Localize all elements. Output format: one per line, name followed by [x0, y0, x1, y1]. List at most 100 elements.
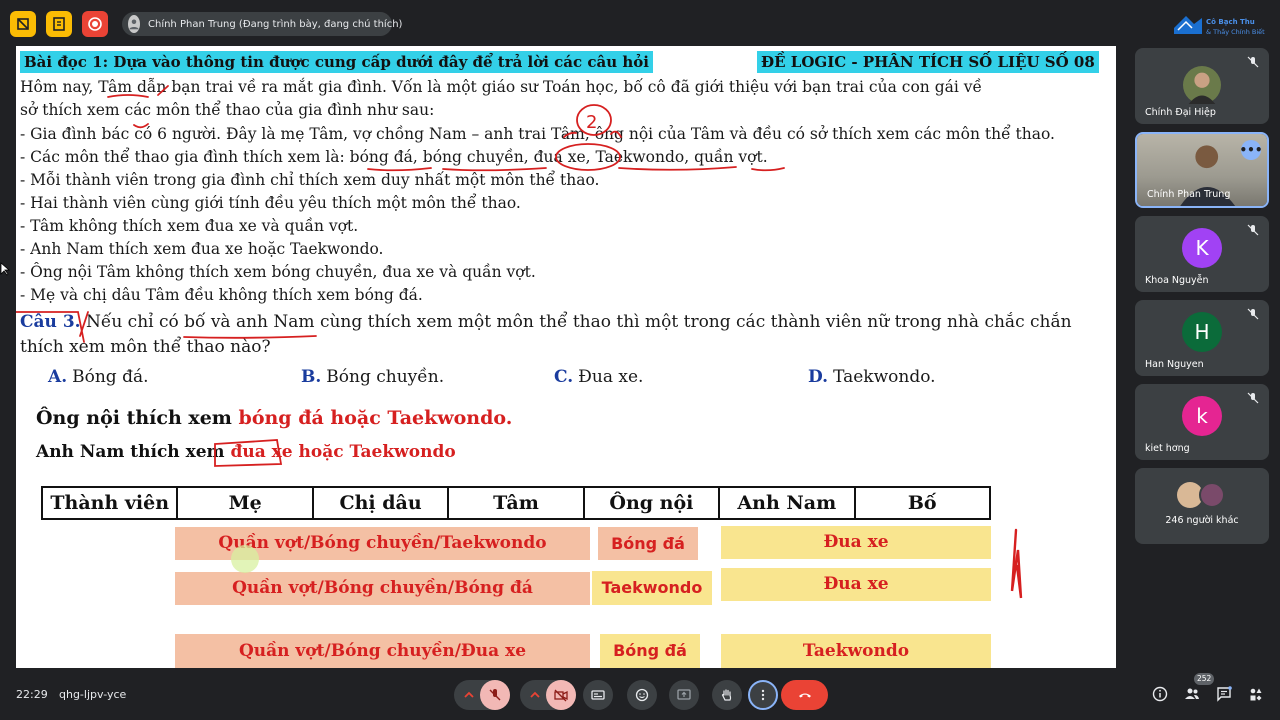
- paragraph-line: - Hai thành viên cùng giới tính đều yêu …: [20, 194, 521, 212]
- participant-tile-active[interactable]: ••• Chính Phan Trung: [1135, 132, 1269, 208]
- chat-icon[interactable]: [1216, 686, 1232, 702]
- paragraph-line: sở thích xem các môn thể thao của gia đì…: [20, 101, 435, 119]
- row2-women-cell: Quần vợt/Bóng chuyền/Bóng đá: [175, 572, 590, 605]
- meeting-code[interactable]: qhg-ljpv-yce: [59, 688, 126, 701]
- record-dot-icon: [88, 17, 102, 31]
- option-key: B.: [301, 367, 322, 387]
- question-3-continued: thích xem môn thể thao nào?: [20, 337, 271, 357]
- row2-grandpa-cell: Taekwondo: [592, 571, 712, 605]
- header-cell: Chị dâu: [314, 488, 450, 518]
- participant-tile[interactable]: K Khoa Nguyễn: [1135, 216, 1269, 292]
- paragraph-line: - Ông nội Tâm không thích xem bóng chuyề…: [20, 263, 536, 281]
- participant-name: Khoa Nguyễn: [1145, 275, 1209, 286]
- mic-control: [454, 680, 510, 710]
- option-text: Taekwondo.: [833, 367, 936, 387]
- avatar: [1199, 482, 1225, 508]
- option-key: D.: [808, 367, 829, 387]
- camera-control: [520, 680, 576, 710]
- present-button[interactable]: [669, 680, 699, 710]
- brand-line-1: Cô Bạch Thu: [1206, 18, 1255, 26]
- participant-name: Chính Đại Hiệp: [1145, 107, 1216, 118]
- person-photo-icon: [1188, 72, 1216, 104]
- row1-grandpa-cell: Bóng đá: [598, 527, 698, 560]
- note-prefix: Ông nội thích xem: [36, 407, 239, 429]
- people-icon[interactable]: [1184, 686, 1200, 702]
- more-options-icon[interactable]: •••: [1240, 140, 1263, 160]
- header-cell: Thành viên: [43, 488, 179, 518]
- brand-logo: Cô Bạch Thu & Thầy Chính Biết: [1172, 12, 1268, 42]
- emoji-button[interactable]: [627, 680, 657, 710]
- person-icon: [129, 19, 139, 30]
- paragraph-line: - Các môn thể thao gia đình thích xem là…: [20, 148, 768, 166]
- recording-glyph-icon: [17, 18, 29, 30]
- row1-nam-dad-cell: Đua xe: [721, 526, 991, 559]
- option-a: A. Bóng đá.: [48, 365, 149, 390]
- camera-toggle-button[interactable]: [546, 680, 576, 710]
- option-text: Bóng đá.: [72, 367, 149, 387]
- question-text: Nếu chỉ có bố và anh Nam cùng thích xem …: [80, 312, 1072, 332]
- header-cell: Mẹ: [178, 488, 314, 518]
- mic-toggle-button[interactable]: [480, 680, 510, 710]
- row3-nam-dad-cell: Taekwondo: [721, 634, 991, 668]
- captions-icon: [591, 690, 605, 700]
- slide-title-right: ĐỀ LOGIC - PHÂN TÍCH SỐ LIỆU SỐ 08: [757, 51, 1099, 73]
- camera-off-icon: [554, 689, 568, 702]
- presentation-slide: Bài đọc 1: Dựa vào thông tin được cung c…: [16, 46, 1116, 668]
- option-key: A.: [48, 367, 68, 387]
- top-bar: Chính Phan Trung (Đang trình bày, đang c…: [0, 0, 1280, 46]
- avatar: H: [1182, 312, 1222, 352]
- question-3: Câu 3. Nếu chỉ có bố và anh Nam cùng thí…: [20, 310, 1072, 335]
- raise-hand-button[interactable]: [712, 680, 742, 710]
- option-key: C.: [554, 367, 574, 387]
- row3-grandpa-cell: Bóng đá: [600, 634, 700, 668]
- people-count-badge: 252: [1194, 673, 1215, 685]
- avatar: k: [1182, 396, 1222, 436]
- more-options-button[interactable]: [748, 680, 778, 710]
- mic-off-icon: [1247, 392, 1259, 404]
- activities-icon[interactable]: [1248, 686, 1264, 702]
- hand-icon: [721, 689, 732, 701]
- recording-icon[interactable]: [10, 11, 36, 37]
- presenter-indicator[interactable]: Chính Phan Trung (Đang trình bày, đang c…: [122, 12, 402, 36]
- participant-tile[interactable]: H Han Nguyen: [1135, 300, 1269, 376]
- paragraph-line: - Gia đình bác có 6 người. Đây là mẹ Tâm…: [20, 125, 1055, 143]
- paragraph-line: - Mỗi thành viên trong gia đình chỉ thíc…: [20, 171, 600, 189]
- note-grandpa: Ông nội thích xem bóng đá hoặc Taekwondo…: [36, 405, 512, 431]
- header-cell: Anh Nam: [720, 488, 856, 518]
- avatar: K: [1182, 228, 1222, 268]
- present-screen-icon: [677, 689, 691, 700]
- option-text: Bóng chuyền.: [326, 367, 445, 387]
- brand-mark-icon: [1174, 16, 1202, 34]
- leave-call-button[interactable]: [781, 680, 828, 710]
- chevron-up-icon[interactable]: [462, 688, 476, 702]
- chevron-up-icon[interactable]: [528, 688, 542, 702]
- participant-name: Han Nguyen: [1145, 359, 1204, 370]
- mic-off-icon: [1247, 308, 1259, 320]
- header-cell: Ông nội: [585, 488, 721, 518]
- members-table-header: Thành viên Mẹ Chị dâu Tâm Ông nội Anh Na…: [41, 486, 991, 520]
- more-vert-icon: [761, 689, 765, 701]
- row1-women-cell: Quần vợt/Bóng chuyền/Taekwondo: [175, 527, 590, 560]
- transcript-icon[interactable]: [46, 11, 72, 37]
- participant-name: Chính Phan Trung: [1147, 189, 1231, 200]
- paragraph-line: - Mẹ và chị dâu Tâm đều không thích xem …: [20, 286, 423, 304]
- presenter-label: Chính Phan Trung (Đang trình bày, đang c…: [148, 18, 403, 30]
- others-tile[interactable]: 246 người khác: [1135, 468, 1269, 544]
- document-icon: [53, 17, 65, 31]
- option-text: Đua xe.: [578, 367, 644, 387]
- avatar: [1183, 66, 1221, 104]
- note-nam: Anh Nam thích xem đua xe hoặc Taekwondo: [36, 440, 456, 464]
- option-d: D. Taekwondo.: [808, 365, 936, 390]
- participant-tile[interactable]: k kiet hơng: [1135, 384, 1269, 460]
- info-icon[interactable]: [1152, 686, 1168, 702]
- participant-tile[interactable]: Chính Đại Hiệp: [1135, 48, 1269, 124]
- captions-button[interactable]: [583, 680, 613, 710]
- note-highlight: bóng đá hoặc Taekwondo.: [238, 407, 513, 429]
- emoji-icon: [635, 688, 649, 702]
- record-status-icon[interactable]: [82, 11, 108, 37]
- paragraph-line: - Anh Nam thích xem đua xe hoặc Taekwond…: [20, 240, 384, 258]
- option-b: B. Bóng chuyền.: [301, 365, 444, 390]
- clock: 22:29: [16, 688, 48, 701]
- presenter-avatar: [128, 15, 140, 33]
- note-highlight: đua xe hoặc Taekwondo: [230, 442, 456, 462]
